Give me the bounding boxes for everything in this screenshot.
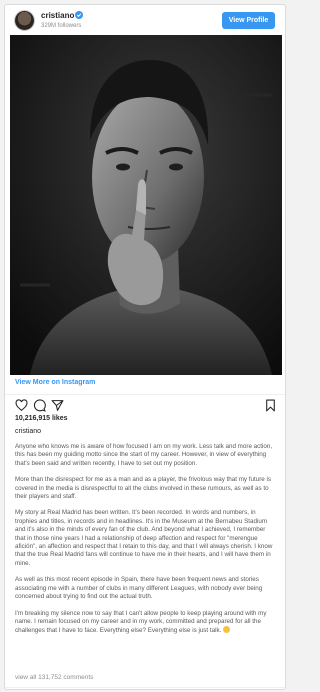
add-comment-icon[interactable] xyxy=(267,689,277,690)
follower-count: 329M followers xyxy=(41,23,82,29)
caption-paragraph: As well as this most recent episode in S… xyxy=(15,576,263,601)
post-header: cristiano 329M followers View Profile xyxy=(5,5,285,35)
caption-username[interactable]: cristiano xyxy=(15,427,41,436)
avatar[interactable] xyxy=(15,11,34,30)
username-link[interactable]: cristiano xyxy=(41,11,74,21)
verified-badge-icon xyxy=(75,11,83,19)
view-profile-button[interactable]: View Profile xyxy=(222,12,275,29)
comment-icon[interactable] xyxy=(33,399,46,412)
view-more-link[interactable]: View More on Instagram xyxy=(15,377,95,389)
action-bar xyxy=(5,397,285,415)
caption-paragraph: Anyone who knows me is aware of how focu… xyxy=(15,443,273,467)
caption-paragraph: My story at Real Madrid has been written… xyxy=(15,509,273,567)
share-icon[interactable] xyxy=(51,399,64,412)
post-photo[interactable] xyxy=(10,35,282,375)
like-count[interactable]: 10,216,915 likes xyxy=(15,414,68,423)
portrait-image xyxy=(10,35,282,375)
divider xyxy=(5,394,285,395)
caption-paragraph: More than the disrespect for me as a man… xyxy=(15,476,272,501)
caption-text: Anyone who knows me is aware of how focu… xyxy=(15,443,277,644)
bookmark-icon[interactable] xyxy=(264,399,277,412)
divider xyxy=(5,687,285,688)
view-comments-link[interactable]: view all 131,752 comments xyxy=(15,674,93,682)
caption-paragraph: I'm breaking my silence now to say that … xyxy=(15,610,277,636)
smiling-face-emoji-icon xyxy=(223,626,231,634)
instagram-embed-card: cristiano 329M followers View Profile Vi… xyxy=(4,4,286,690)
heart-icon[interactable] xyxy=(15,399,28,412)
